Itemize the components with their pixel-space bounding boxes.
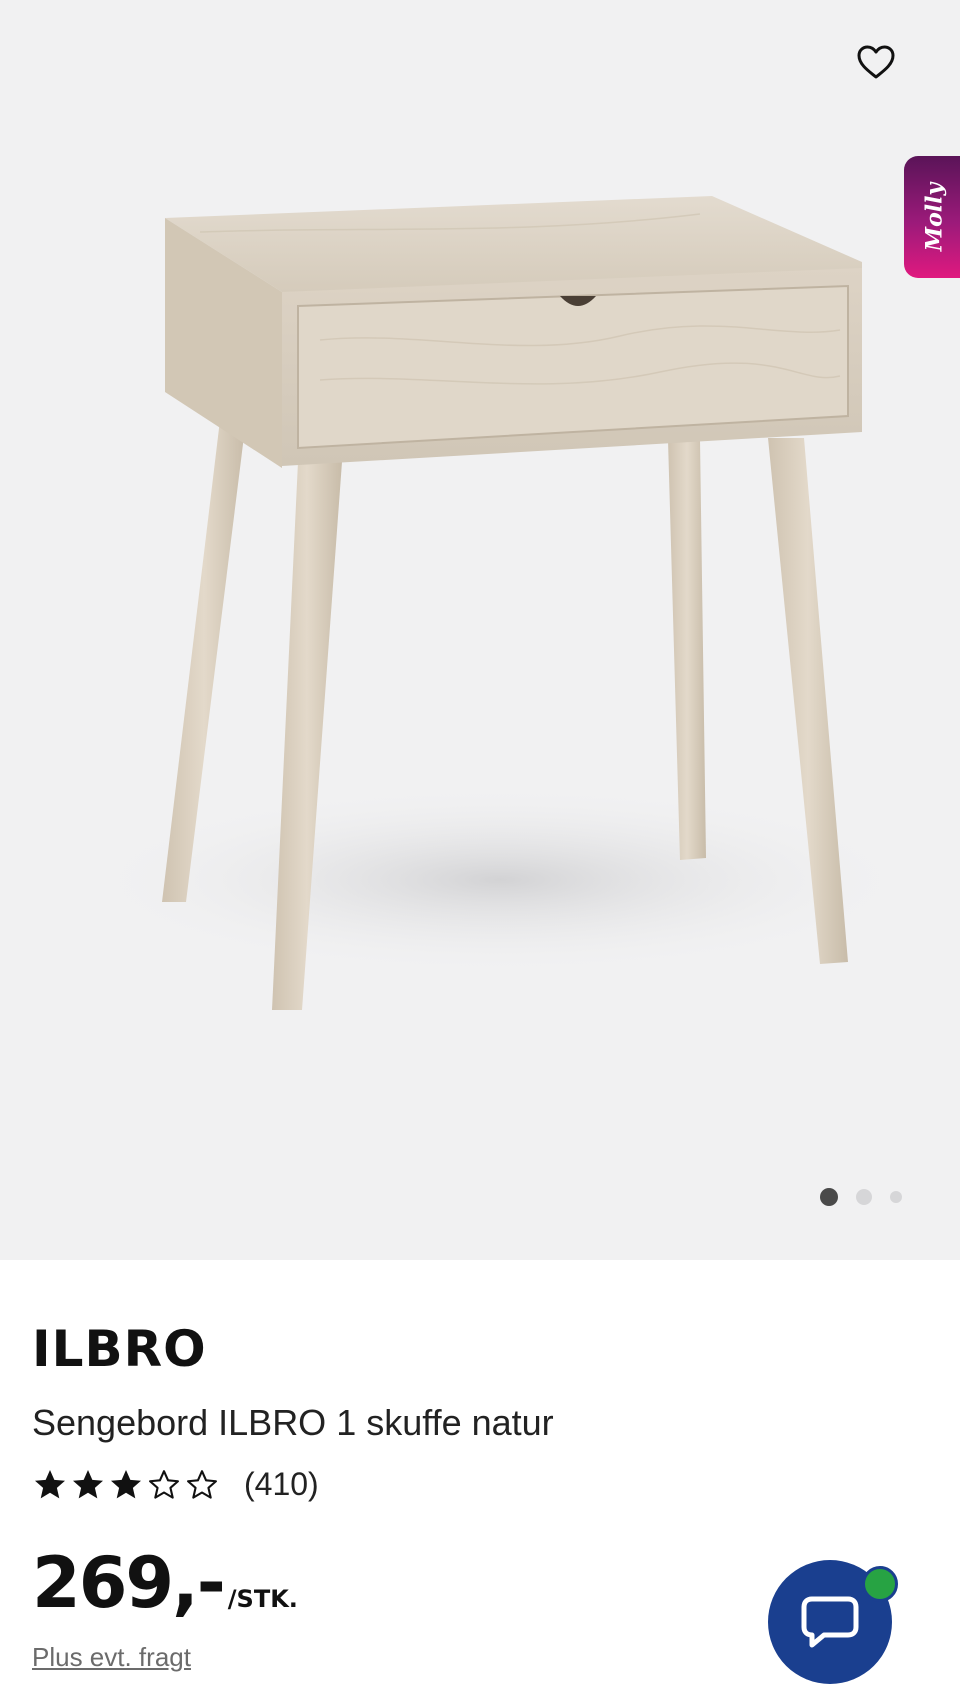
star-outline-icon (187, 1469, 217, 1499)
gallery-dot-1[interactable] (820, 1188, 838, 1206)
gallery-dot-3[interactable] (890, 1191, 902, 1203)
product-name: Sengebord ILBRO 1 skuffe natur (32, 1402, 554, 1443)
price-unit: /STK. (227, 1585, 298, 1613)
rating[interactable]: (410) (32, 1466, 319, 1503)
favorite-button[interactable] (850, 36, 902, 88)
molly-assistant-tab[interactable]: Molly (904, 156, 960, 278)
star-outline-icon (149, 1469, 179, 1499)
gallery-dot-2[interactable] (856, 1189, 872, 1205)
star-filled-icon (111, 1469, 141, 1498)
heart-outline-icon (857, 45, 895, 79)
shipping-link[interactable]: Plus evt. fragt (32, 1642, 191, 1673)
star-filled-icon (35, 1469, 65, 1498)
star-filled-icon (73, 1469, 103, 1498)
rating-count: (410) (244, 1466, 319, 1502)
gallery-pagination (820, 1188, 902, 1206)
chat-online-indicator (862, 1566, 898, 1602)
rating-stars (32, 1467, 220, 1503)
product-image (80, 196, 920, 1010)
price: 269,- (32, 1542, 226, 1624)
chat-bubble-icon (801, 1596, 859, 1648)
price-row: 269,- /STK. (32, 1542, 298, 1624)
product-image-gallery[interactable]: Molly (0, 0, 960, 1260)
product-brand: ILBRO (32, 1320, 207, 1378)
molly-label: Molly (921, 182, 947, 252)
